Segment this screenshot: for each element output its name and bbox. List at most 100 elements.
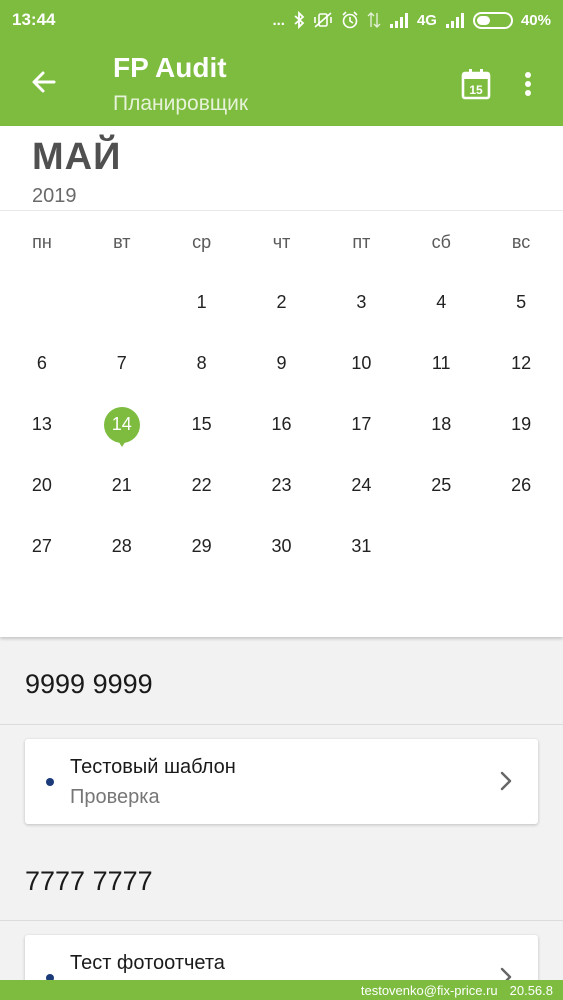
calendar-day-number: 14 [111, 414, 132, 434]
vibrate-off-icon [313, 11, 333, 29]
calendar-day[interactable]: 21 [82, 455, 162, 516]
calendar-day-number: 6 [36, 353, 47, 373]
calendar-day[interactable]: 24 [321, 455, 401, 516]
calendar-day[interactable]: 28 [82, 516, 162, 577]
task-title: Тест фотоотчета [70, 952, 225, 974]
app-bar: FP Audit Планировщик 15 [0, 40, 563, 126]
calendar-day-number: 30 [271, 536, 292, 556]
calendar-day[interactable]: 29 [162, 516, 242, 577]
bluetooth-icon [293, 11, 305, 29]
signal-icon-2 [445, 12, 465, 28]
calendar-blank [2, 272, 82, 333]
weekday-label: пт [352, 232, 371, 252]
signal-icon [389, 12, 409, 28]
calendar-day-number: 5 [516, 292, 527, 312]
group-header: 9999 9999 [25, 668, 153, 699]
calendar-day[interactable]: 25 [401, 455, 481, 516]
calendar-blank [82, 272, 162, 333]
calendar-day[interactable]: 17 [321, 394, 401, 455]
network-type: 4G [416, 11, 437, 29]
calendar-day-number: 11 [431, 353, 451, 373]
calendar-day-number: 20 [31, 475, 52, 495]
calendar-day-number: 18 [431, 414, 452, 434]
alarm-icon [341, 11, 359, 29]
more-options-button[interactable] [512, 64, 544, 104]
weekday-label: вс [511, 232, 531, 252]
app-title: FP Audit [113, 52, 227, 83]
app-subtitle: Планировщик [113, 92, 249, 115]
calendar-day[interactable]: 8 [162, 333, 242, 394]
calendar-day[interactable]: 7 [82, 333, 162, 394]
calendar-day[interactable]: 2 [242, 272, 322, 333]
calendar-day[interactable]: 1 [162, 272, 242, 333]
group-header: 7777 7777 [25, 865, 153, 896]
task-title: Тестовый шаблон [70, 756, 236, 778]
calendar-day-number: 4 [436, 292, 447, 312]
calendar-day[interactable]: 10 [321, 333, 401, 394]
status-time: 13:44 [12, 10, 56, 29]
calendar-day[interactable]: 4 [401, 272, 481, 333]
more-vert-icon [525, 72, 531, 96]
calendar-day-selected[interactable]: 14 [82, 394, 162, 455]
chevron-right-icon [496, 769, 516, 793]
calendar-day-number: 3 [356, 292, 367, 312]
weekday-label: чт [272, 232, 291, 252]
status-dot [46, 778, 54, 786]
calendar-day-number: 29 [191, 536, 212, 556]
task-item[interactable]: Тестовый шаблон Проверка [25, 739, 538, 824]
calendar-day[interactable]: 11 [401, 333, 481, 394]
app-version: 20.56.8 [509, 982, 553, 998]
calendar-day-number: 1 [196, 292, 207, 312]
calendar-day-number: 26 [511, 475, 532, 495]
calendar-icon-day: 15 [469, 83, 483, 97]
calendar-day-number: 17 [351, 414, 372, 434]
calendar-day[interactable]: 22 [162, 455, 242, 516]
calendar-day[interactable]: 13 [2, 394, 82, 455]
weekday-label: пн [32, 232, 52, 252]
calendar-day-number: 22 [191, 475, 212, 495]
calendar-day-number: 15 [191, 414, 212, 434]
calendar: МАЙ 2019 пн вт ср чт пт сб вс 1 2 3 4 5 6 7 8 9 10 11 12 1… [0, 126, 563, 637]
calendar-day[interactable]: 27 [2, 516, 82, 577]
task-subtitle: Проверка [70, 786, 160, 808]
calendar-day-number: 7 [116, 353, 127, 373]
footer-bar: testovenko@fix-price.ru 20.56.8 [0, 980, 563, 1000]
calendar-day-number: 31 [351, 536, 372, 556]
calendar-day[interactable]: 26 [481, 455, 561, 516]
calendar-day[interactable]: 20 [2, 455, 82, 516]
calendar-month: МАЙ [32, 136, 122, 178]
calendar-day-number: 9 [276, 353, 287, 373]
today-button[interactable]: 15 [456, 64, 496, 104]
calendar-day[interactable]: 23 [242, 455, 322, 516]
calendar-grid: 1 2 3 4 5 6 7 8 9 10 11 12 13 14 15 16 17 18 19 20 21 22 23 24 2… [2, 272, 561, 577]
calendar-day-number: 24 [351, 475, 372, 495]
calendar-day-number: 21 [111, 475, 132, 495]
calendar-day[interactable]: 19 [481, 394, 561, 455]
calendar-day[interactable]: 31 [321, 516, 401, 577]
calendar-day[interactable]: 15 [162, 394, 242, 455]
calendar-day-number: 8 [196, 353, 207, 373]
back-button[interactable] [26, 64, 62, 100]
calendar-day[interactable]: 18 [401, 394, 481, 455]
status-icons: ... 4G 40% [272, 11, 551, 29]
back-arrow-icon [32, 71, 56, 93]
calendar-day[interactable]: 30 [242, 516, 322, 577]
battery-percent: 40% [520, 11, 551, 29]
calendar-day[interactable]: 9 [242, 333, 322, 394]
calendar-day[interactable]: 5 [481, 272, 561, 333]
calendar-day[interactable]: 16 [242, 394, 322, 455]
notification-dots: ... [272, 11, 285, 29]
calendar-day-number: 12 [511, 353, 532, 373]
divider [0, 920, 563, 921]
calendar-day-number: 13 [31, 414, 52, 434]
calendar-day[interactable]: 3 [321, 272, 401, 333]
status-bar: 13:44 ... 4G 40% [0, 0, 563, 40]
calendar-day[interactable]: 12 [481, 333, 561, 394]
user-email: testovenko@fix-price.ru [360, 982, 498, 998]
weekday-label: вт [113, 232, 131, 252]
weekday-label: ср [192, 232, 212, 252]
battery-icon [472, 11, 513, 29]
calendar-day-number: 25 [431, 475, 452, 495]
calendar-day[interactable]: 6 [2, 333, 82, 394]
calendar-day-number: 27 [31, 536, 52, 556]
